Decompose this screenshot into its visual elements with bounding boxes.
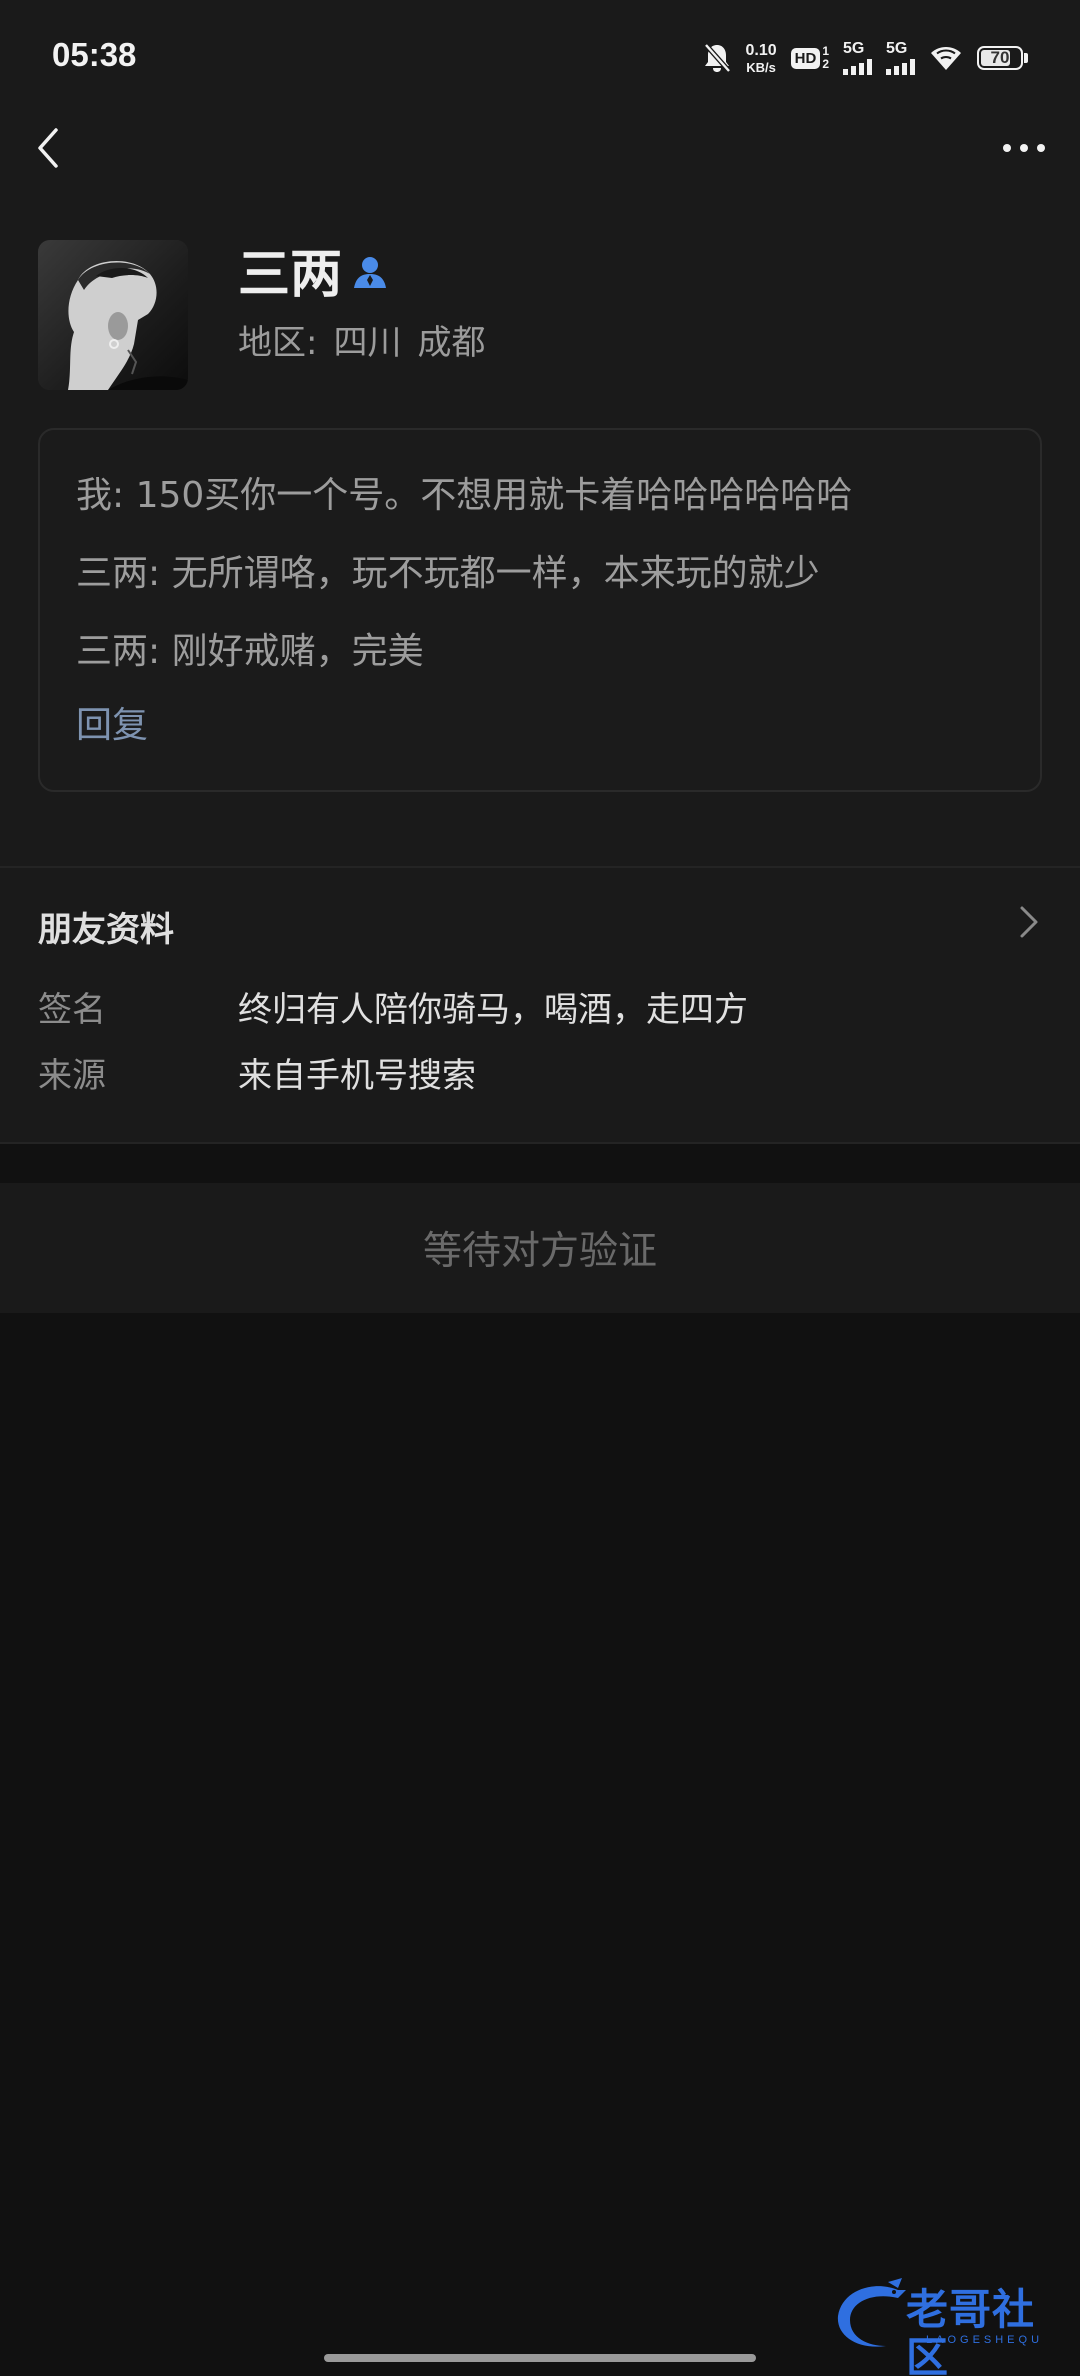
status-bar: 05:38 0.10 KB/s HD 1 2 5G 5G 70 <box>0 0 1080 110</box>
source-label: 来源 <box>38 1056 106 1096</box>
chevron-right-icon[interactable] <box>1010 900 1046 944</box>
battery-cap <box>1024 53 1028 63</box>
more-dots-icon <box>1003 144 1011 152</box>
signal-icon: 5G <box>843 41 872 75</box>
battery-icon: 70 <box>977 46 1028 70</box>
avatar[interactable] <box>38 240 188 390</box>
source-value: 来自手机号搜索 <box>238 1056 476 1096</box>
watermark-logo: 老哥社区 LAOGESHEQU <box>828 2276 1064 2376</box>
region-province: 四川 <box>333 323 402 363</box>
more-dots-icon <box>1020 144 1028 152</box>
battery-level: 70 <box>990 48 1010 67</box>
chevron-left-icon <box>38 128 58 168</box>
friend-info-title[interactable]: 朋友资料 <box>38 904 174 956</box>
hd-label: HD <box>790 47 821 69</box>
sim1-label: 5G <box>843 40 865 57</box>
region-label: 地区: <box>238 323 318 363</box>
signature-value: 终归有人陪你骑马，喝酒，走四方 <box>238 990 748 1030</box>
region-city: 成都 <box>417 323 486 363</box>
friend-profile-screen: 05:38 0.10 KB/s HD 1 2 5G 5G 70 三两 地区: 四… <box>0 0 1080 2376</box>
contact-person-icon <box>350 252 390 292</box>
net-speed-unit: KB/s <box>746 59 776 75</box>
status-time: 05:38 <box>52 36 137 73</box>
hd-bottom: 2 <box>822 57 829 71</box>
hd-icon: HD 1 2 <box>790 45 829 70</box>
sim2-label: 5G <box>886 40 908 57</box>
verification-message-card: 我: 150买你一个号。不想用就卡着哈哈哈哈哈哈 三两: 无所谓咯，玩不玩都一样… <box>38 428 1042 792</box>
net-speed-value: 0.10 <box>745 41 777 59</box>
signal-icon: 5G <box>886 41 915 75</box>
net-speed: 0.10 KB/s <box>745 41 777 75</box>
message-line: 我: 150买你一个号。不想用就卡着哈哈哈哈哈哈 <box>76 475 853 516</box>
waiting-verification-button[interactable]: 等待对方验证 <box>0 1183 1080 1313</box>
dragon-icon <box>837 2278 906 2347</box>
home-indicator[interactable] <box>324 2354 756 2362</box>
profile-name: 三两 <box>238 245 343 305</box>
watermark-subtext: LAOGESHEQU <box>926 2334 1044 2346</box>
divider <box>0 866 1080 868</box>
bell-off-icon <box>702 42 732 74</box>
battery-body: 70 <box>977 46 1023 70</box>
message-line: 三两: 刚好戒赌，完美 <box>76 631 424 672</box>
more-dots-icon <box>1037 144 1045 152</box>
watermark-text: 老哥社区 <box>906 2285 1036 2376</box>
back-button[interactable] <box>22 118 74 178</box>
divider <box>0 1142 1080 1144</box>
signature-row: 签名 终归有人陪你骑马，喝酒，走四方 <box>38 984 1038 1036</box>
more-button[interactable] <box>996 128 1052 168</box>
source-row: 来源 来自手机号搜索 <box>38 1050 1038 1102</box>
signal-bars <box>843 59 872 75</box>
hd-numbers: 1 2 <box>822 45 829 70</box>
region-line: 地区: 四川 成都 <box>238 318 501 368</box>
waiting-verification-label: 等待对方验证 <box>422 1229 657 1274</box>
signal-bars <box>886 59 915 75</box>
reply-link[interactable]: 回复 <box>76 700 148 752</box>
signature-label: 签名 <box>38 990 106 1030</box>
status-icons: 0.10 KB/s HD 1 2 5G 5G 70 <box>702 38 1028 78</box>
message-line: 三两: 无所谓咯，玩不玩都一样，本来玩的就少 <box>76 553 820 594</box>
wifi-icon <box>929 44 963 72</box>
